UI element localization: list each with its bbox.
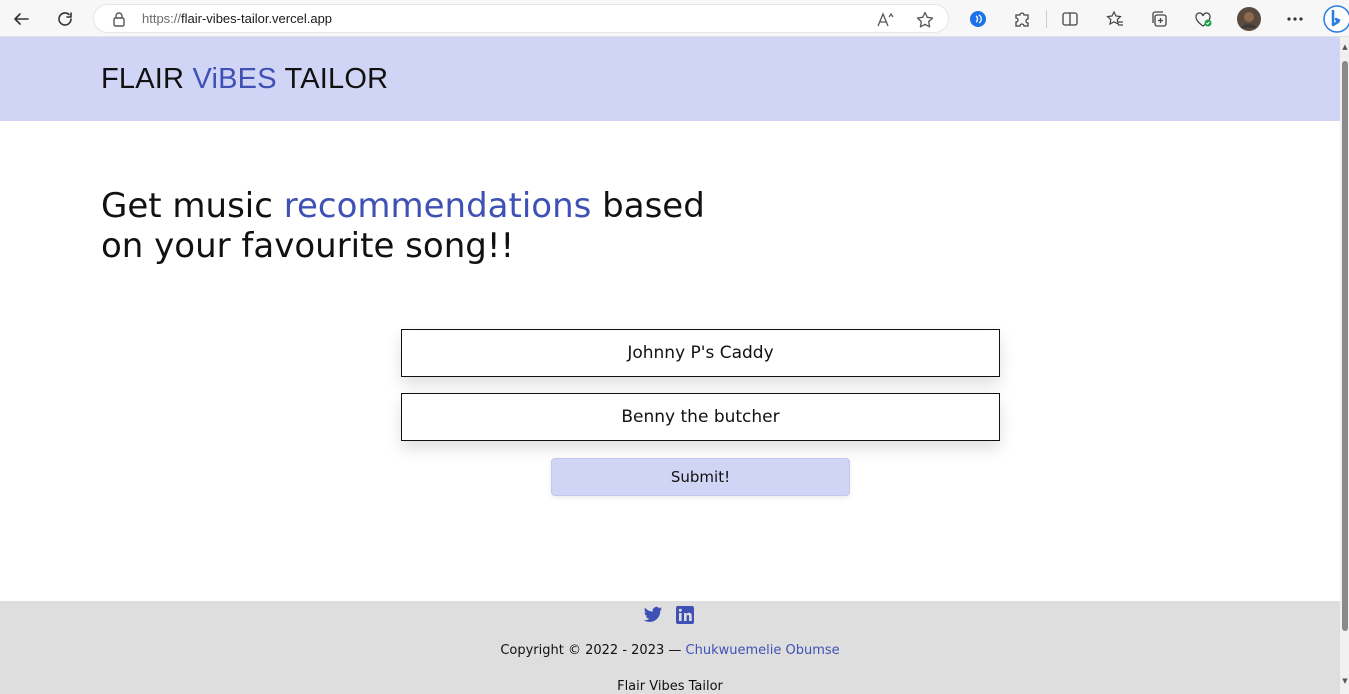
url-text: https://flair-vibes-tailor.vercel.app: [142, 11, 333, 26]
toolbar-divider: [1046, 10, 1047, 28]
page-scrollbar[interactable]: ▲ ▼: [1340, 37, 1349, 694]
more-icon[interactable]: [1282, 6, 1308, 32]
linkedin-icon[interactable]: [676, 606, 696, 626]
refresh-icon[interactable]: [52, 6, 78, 32]
twitter-icon[interactable]: [643, 606, 663, 626]
site-footer: Copyright © 2022 - 2023 — Chukwuemelie O…: [0, 601, 1340, 694]
footer-brand: Flair Vibes Tailor: [617, 679, 723, 694]
favorite-star-icon[interactable]: [914, 9, 936, 31]
site-header: FLAIR ViBES TAILOR: [0, 37, 1340, 121]
song-input[interactable]: [401, 329, 1000, 377]
author-link[interactable]: Chukwuemelie Obumse: [686, 643, 840, 658]
profile-avatar[interactable]: [1236, 6, 1262, 32]
performance-icon[interactable]: [1190, 6, 1216, 32]
submit-button[interactable]: Submit!: [551, 458, 850, 496]
site-logo[interactable]: FLAIR ViBES TAILOR: [101, 63, 388, 96]
extension-icon[interactable]: [965, 6, 991, 32]
back-icon[interactable]: [8, 6, 34, 32]
hero-headline: Get music recommendations based on your …: [101, 186, 705, 266]
copyright-text: Copyright © 2022 - 2023 — Chukwuemelie O…: [500, 643, 840, 658]
artist-input[interactable]: [401, 393, 1000, 441]
browser-toolbar: https://flair-vibes-tailor.vercel.app: [0, 0, 1349, 37]
address-bar[interactable]: https://flair-vibes-tailor.vercel.app: [93, 4, 949, 33]
scroll-thumb[interactable]: [1342, 61, 1348, 631]
bing-icon[interactable]: [1320, 4, 1349, 34]
scroll-down-arrow[interactable]: ▼: [1341, 677, 1349, 685]
lock-icon[interactable]: [112, 11, 126, 31]
collections-icon[interactable]: [1146, 6, 1172, 32]
split-screen-icon[interactable]: [1057, 6, 1083, 32]
read-aloud-icon[interactable]: [875, 9, 897, 31]
favorites-icon[interactable]: [1102, 6, 1128, 32]
scroll-up-arrow[interactable]: ▲: [1341, 43, 1349, 51]
puzzle-icon[interactable]: [1009, 6, 1035, 32]
